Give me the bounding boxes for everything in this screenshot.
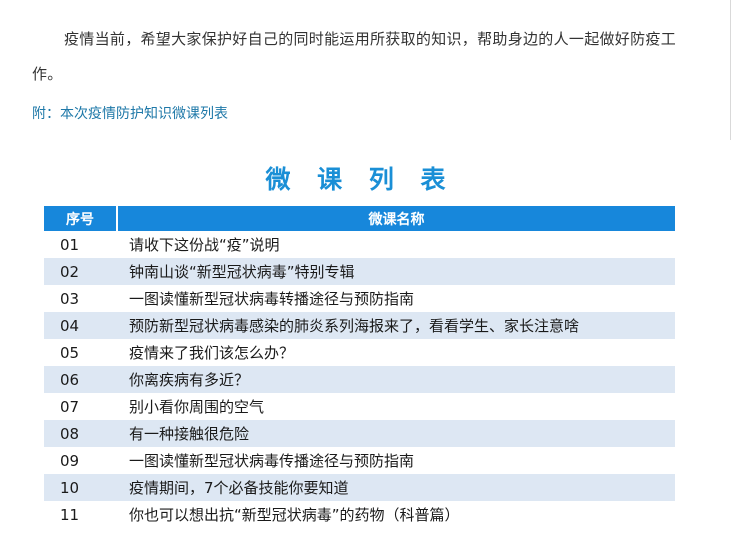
table-row: 04 预防新型冠状病毒感染的肺炎系列海报来了，看看学生、家长注意啥 [44, 312, 675, 339]
table-row: 11 你也可以想出抗“新型冠状病毒”的药物（科普篇） [44, 501, 675, 528]
course-name: 有一种接触很危险 [117, 420, 675, 447]
table-row: 02 钟南山谈“新型冠状病毒”特别专辑 [44, 258, 675, 285]
course-name: 疫情来了我们该怎么办？ [129, 344, 295, 362]
course-name: 你也可以想出抗“新型冠状病毒”的药物（科普篇） [129, 506, 460, 524]
course-name: 钟南山谈“新型冠状病毒”特别专辑 [117, 258, 675, 285]
table-row: 01 请收下这份战“疫”说明 [44, 231, 675, 258]
row-number: 02 [44, 258, 117, 285]
row-number: 06 [44, 366, 117, 393]
row-number: 08 [44, 420, 117, 447]
table-row: 08 有一种接触很危险 [44, 420, 675, 447]
course-name: 一图读懂新型冠状病毒转播途径与预防指南 [129, 290, 415, 308]
course-name: 预防新型冠状病毒感染的肺炎系列海报来了，看看学生、家长注意啥 [117, 312, 675, 339]
row-number: 03 [59, 289, 80, 308]
intro-paragraph: 疫情当前，希望大家保护好自己的同时能运用所获取的知识，帮助身边的人一起做好防疫工… [32, 30, 677, 83]
header-course-name: 微课名称 [117, 206, 675, 231]
appendix-link[interactable]: 附：本次疫情防护知识微课列表 [32, 103, 228, 123]
table-row: 07 别小看你周围的空气 [44, 393, 675, 420]
course-name: 一图读懂新型冠状病毒传播途径与预防指南 [129, 452, 415, 470]
row-number: 11 [59, 505, 80, 524]
row-number: 10 [44, 474, 117, 501]
course-name: 请收下这份战“疫”说明 [129, 236, 280, 254]
course-name: 别小看你周围的空气 [129, 398, 265, 416]
table-row: 09 一图读懂新型冠状病毒传播途径与预防指南 [44, 447, 675, 474]
course-name: 你离疾病有多近？ [117, 366, 675, 393]
course-name: 疫情期间，7个必备技能你要知道 [117, 474, 675, 501]
right-divider [730, 0, 731, 140]
table-row: 06 你离疾病有多近？ [44, 366, 675, 393]
row-number: 05 [59, 343, 80, 362]
table-row: 10 疫情期间，7个必备技能你要知道 [44, 474, 675, 501]
course-list-table: 序号 微课名称 01 请收下这份战“疫”说明 02 钟南山谈“新型冠状病毒”特别… [44, 206, 675, 528]
row-number: 09 [59, 451, 80, 470]
table-title: 微 课 列 表 [265, 165, 455, 194]
article-page: 疫情当前，希望大家保护好自己的同时能运用所获取的知识，帮助身边的人一起做好防疫工… [0, 0, 735, 534]
row-number: 07 [59, 397, 80, 416]
row-number: 01 [59, 235, 80, 254]
table-row: 03 一图读懂新型冠状病毒转播途径与预防指南 [44, 285, 675, 312]
table-header-row: 序号 微课名称 [44, 206, 675, 231]
row-number: 04 [44, 312, 117, 339]
header-number: 序号 [44, 206, 118, 231]
table-row: 05 疫情来了我们该怎么办？ [44, 339, 675, 366]
